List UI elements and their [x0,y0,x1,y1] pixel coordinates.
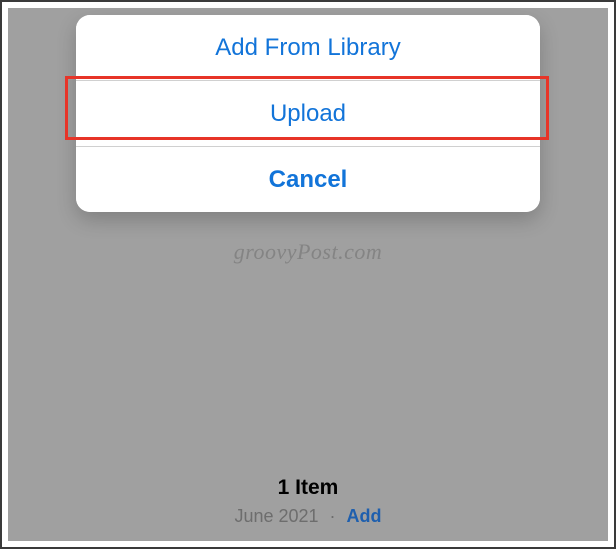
dot-separator: · [330,506,336,526]
add-button[interactable]: Add [347,506,382,526]
item-count-label: 1 Item [8,476,608,500]
watermark-text: groovyPost.com [8,239,608,265]
cancel-button[interactable]: Cancel [76,147,540,212]
footer-meta: June 2021 · Add [8,506,608,527]
screenshot-frame: Add From Library Upload Cancel groovyPos… [0,0,616,549]
upload-button[interactable]: Upload [76,81,540,146]
app-background: Add From Library Upload Cancel groovyPos… [8,8,608,541]
action-sheet: Add From Library Upload Cancel [76,15,540,212]
add-from-library-button[interactable]: Add From Library [76,15,540,80]
footer-date: June 2021 [234,506,318,526]
footer-info: 1 Item June 2021 · Add [8,476,608,527]
